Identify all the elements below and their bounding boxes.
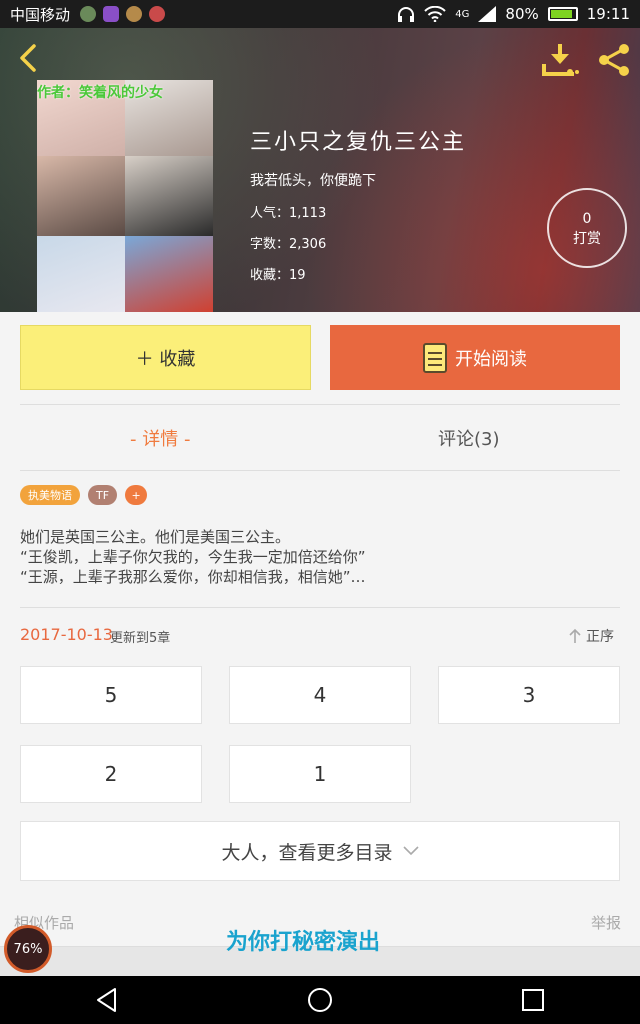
update-text: 更新到5章 <box>110 631 171 646</box>
carrier-name: 中国移动 <box>10 5 71 24</box>
sort-order-button[interactable]: 正序 <box>568 626 614 646</box>
divider <box>20 404 620 405</box>
battery-percent: 80% <box>505 5 539 23</box>
summary-line: “王俊凯，上辈子你欠我的，今生我一定加倍还给你” <box>20 548 366 566</box>
download-icon[interactable] <box>540 40 580 80</box>
favorites-stat: 收藏：19 <box>250 268 306 283</box>
floating-progress-badge[interactable]: 76% <box>4 925 52 973</box>
divider <box>20 470 620 471</box>
add-favorite-button[interactable]: ＋ 收藏 <box>20 325 311 390</box>
arrow-up-icon <box>569 628 581 643</box>
start-reading-label: 开始阅读 <box>455 348 527 370</box>
book-info: 三小只之复仇三公主 我若低头，你便跪下 人气：1,113 字数：2,306 收藏… <box>250 124 466 295</box>
book-subtitle: 我若低头，你便跪下 <box>250 173 376 189</box>
headphones-icon <box>398 7 415 22</box>
battery-icon <box>547 7 578 21</box>
cover-photo <box>37 236 125 312</box>
tip-count: 0 <box>582 211 592 227</box>
network-type: 4G <box>455 8 470 20</box>
sort-order-label: 正序 <box>586 629 614 645</box>
tip-label: 打赏 <box>573 231 601 247</box>
book-header: 作者：笑着风的少女 三小只之复仇三公主 我若低头，你便跪下 人气：1,113 字… <box>0 28 640 312</box>
add-tag-button[interactable]: + <box>125 485 148 505</box>
tag-item[interactable]: 执美物语 <box>20 485 80 505</box>
summary-line: “王源，上辈子我那么爱你，你却相信我，相信她”… <box>20 568 366 586</box>
cover-photo <box>125 236 213 312</box>
tag-item[interactable]: TF <box>88 485 118 505</box>
cover-photo <box>125 156 213 236</box>
app-notification-icon <box>126 6 143 22</box>
nav-back-icon[interactable] <box>93 986 121 1014</box>
status-bar: 中国移动 4G 80% 19:11 <box>0 0 640 28</box>
system-nav-bar <box>0 976 640 1024</box>
wifi-icon <box>424 6 447 22</box>
start-reading-button[interactable]: 开始阅读 <box>330 325 620 390</box>
book-icon <box>423 342 447 373</box>
popularity-stat: 人气：1,113 <box>250 206 327 221</box>
clock: 19:11 <box>586 5 630 23</box>
cover-photo <box>37 156 125 236</box>
app-notification-icon <box>103 6 120 22</box>
update-date: 2017-10-13 <box>20 625 113 644</box>
nav-home-icon[interactable] <box>306 986 334 1014</box>
chapter-button[interactable]: 5 <box>20 666 202 724</box>
cover-author-text: 作者：笑着风的少女 <box>37 85 163 101</box>
book-cover[interactable]: 作者：笑着风的少女 <box>37 80 213 312</box>
chapter-button[interactable]: 3 <box>438 666 620 724</box>
chapter-button[interactable]: 1 <box>229 745 411 803</box>
nav-recents-icon[interactable] <box>519 986 547 1014</box>
word-count-stat: 字数：2,306 <box>250 237 327 252</box>
signal-icon <box>478 6 497 22</box>
book-summary[interactable]: 她们是英国三公主。他们是美国三公主。 “王俊凯，上辈子你欠我的，今生我一定加倍还… <box>20 527 620 587</box>
chapter-button[interactable]: 2 <box>20 745 202 803</box>
report-button[interactable]: 举报 <box>591 912 621 933</box>
more-chapters-button[interactable]: 大人，查看更多目录 <box>20 821 620 881</box>
chevron-down-icon <box>402 846 419 856</box>
app-notification-icon <box>149 6 166 22</box>
book-title: 三小只之复仇三公主 <box>250 130 467 155</box>
share-icon[interactable] <box>596 42 632 78</box>
chapter-button[interactable]: 4 <box>229 666 411 724</box>
app-notification-icon <box>80 6 97 22</box>
divider <box>20 607 620 608</box>
tab-comments[interactable]: 评论(3) <box>438 425 500 451</box>
tip-button[interactable]: 0 打赏 <box>547 188 627 268</box>
summary-line: 她们是英国三公主。他们是美国三公主。 <box>20 528 291 546</box>
more-chapters-label: 大人，查看更多目录 <box>221 841 393 864</box>
add-favorite-label: ＋ 收藏 <box>135 348 196 370</box>
tab-details[interactable]: - 详情 - <box>130 425 190 451</box>
tag-list: 执美物语 TF + <box>20 485 148 505</box>
promo-banner[interactable]: 为你打秘密演出 <box>226 924 380 956</box>
back-icon[interactable] <box>10 40 46 76</box>
